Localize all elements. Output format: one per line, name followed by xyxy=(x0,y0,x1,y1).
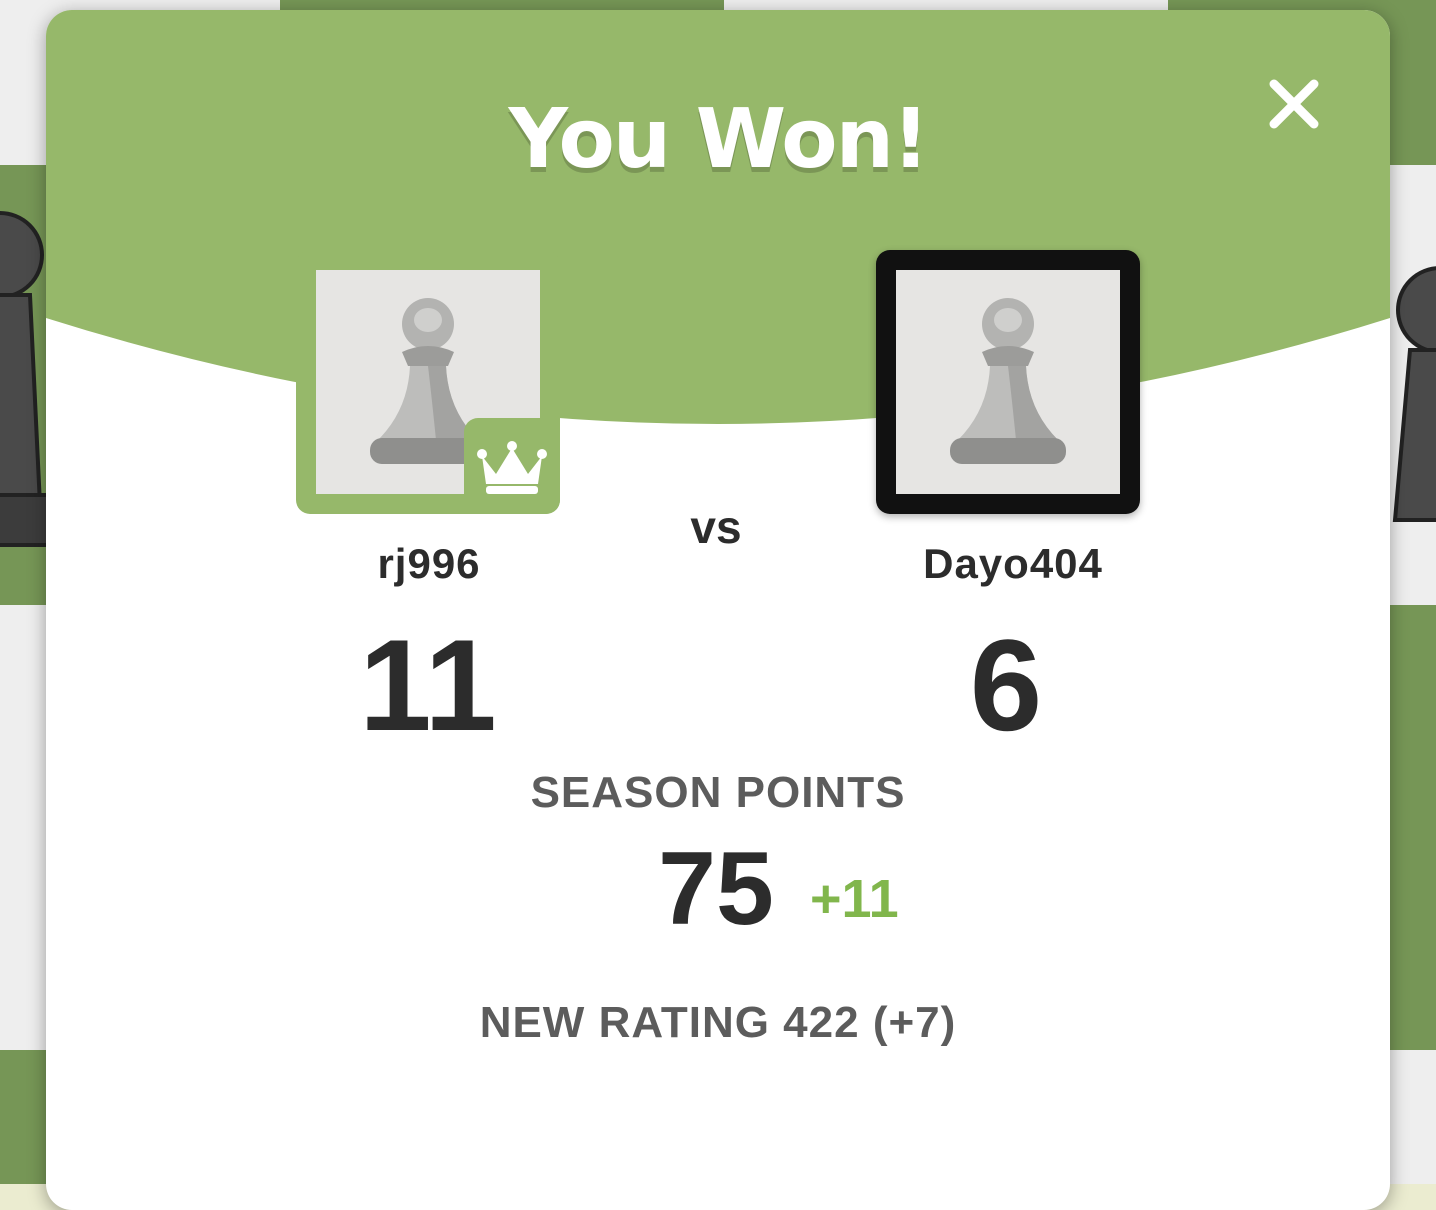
close-button[interactable] xyxy=(1264,74,1324,134)
pawn-icon xyxy=(1392,266,1436,522)
close-icon[interactable] xyxy=(1264,74,1324,134)
season-points-row: 75 +11 xyxy=(46,832,1390,952)
opponent-username[interactable]: Dayo404 xyxy=(813,540,1213,588)
pawn-icon xyxy=(950,298,1066,464)
season-points-value: 75 xyxy=(658,831,774,947)
opponent-score: 6 xyxy=(969,612,1043,758)
header-background xyxy=(46,10,1390,424)
winner-avatar[interactable] xyxy=(296,250,560,514)
game-over-modal: You Won! vs rj996 Dayo404 11 6 SEASON PO… xyxy=(46,10,1390,1210)
season-points-label: SEASON POINTS xyxy=(530,768,906,817)
board-square xyxy=(0,1050,48,1184)
opponent-avatar[interactable] xyxy=(876,250,1140,514)
season-points-delta: +11 xyxy=(810,869,899,929)
vs-label: vs xyxy=(690,501,742,553)
winner-badge xyxy=(464,418,560,514)
board-square xyxy=(1388,1050,1436,1184)
new-rating: NEW RATING 422 (+7) xyxy=(479,998,957,1047)
board-square xyxy=(1388,605,1436,1050)
player-score: 11 xyxy=(359,612,497,758)
result-title: You Won! xyxy=(508,92,930,187)
crown-icon xyxy=(477,441,547,494)
board-square xyxy=(0,605,48,1050)
player-username[interactable]: rj996 xyxy=(229,540,629,588)
